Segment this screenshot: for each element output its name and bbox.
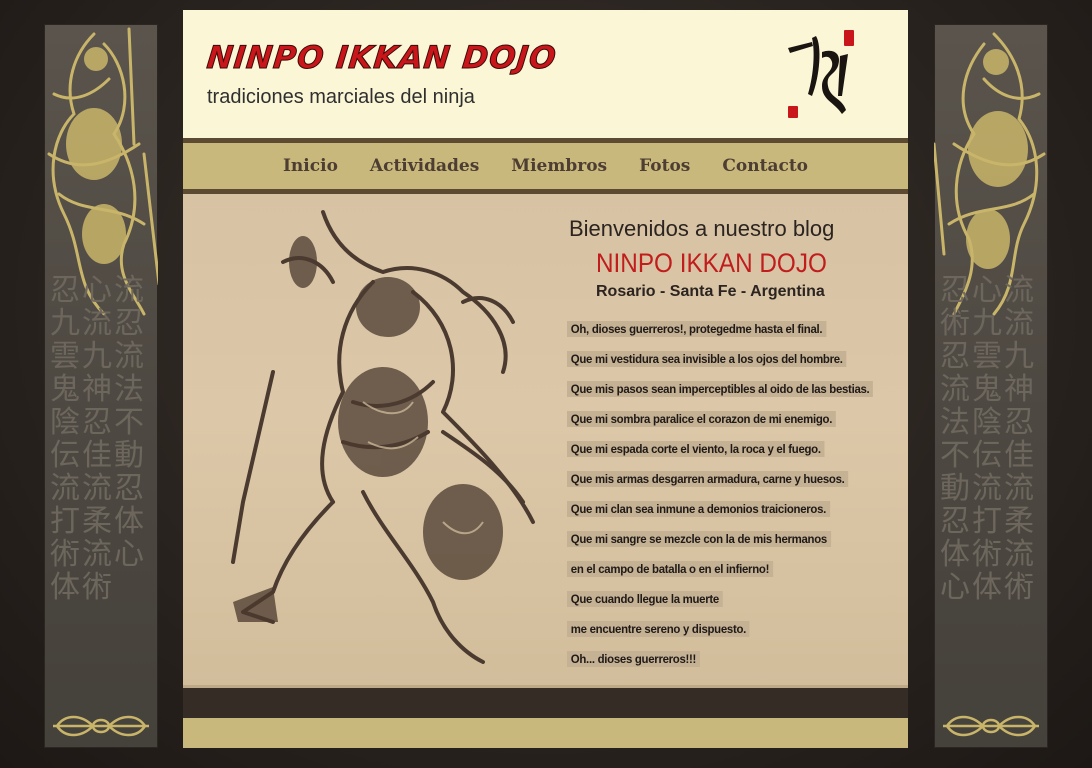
- prayer-line: Que cuando llegue la muerte: [567, 591, 723, 607]
- vajra-ornament-icon: [943, 715, 1039, 737]
- nav-fotos[interactable]: Fotos: [639, 156, 690, 176]
- prayer-line: Que mi vestidura sea invisible a los ojo…: [567, 351, 847, 367]
- site-footer: [183, 718, 908, 748]
- list-item: Que mis pasos sean imperceptibles al oid…: [567, 380, 889, 400]
- list-item: Que mi sangre se mezcle con la de mis he…: [567, 530, 889, 550]
- list-item: Que mi espada corte el viento, la roca y…: [567, 440, 889, 460]
- footer-divider: [183, 688, 908, 718]
- site-subtitle: tradiciones marciales del ninja: [207, 86, 475, 108]
- prayer-line: me encuentre sereno y dispuesto.: [567, 621, 750, 637]
- nav-contacto[interactable]: Contacto: [722, 156, 808, 176]
- prayer-line: Que mis pasos sean imperceptibles al oid…: [567, 381, 874, 397]
- nav-actividades[interactable]: Actividades: [370, 156, 479, 176]
- prayer-line: Que mi sangre se mezcle con la de mis he…: [567, 531, 831, 547]
- right-banner: 忍心流術九流忍雲九流鬼神法陰忍不伝佳動流流忍打柔体術流心体術: [934, 24, 1048, 748]
- prayer-line: en el campo de batalla o en el infierno!: [567, 561, 773, 577]
- site-header: NINPO IKKAN DOJO tradiciones marciales d…: [183, 10, 908, 138]
- dojo-location: Rosario - Santa Fe - Argentina: [596, 283, 825, 300]
- brush-calligraphy-icon: [788, 30, 854, 118]
- prayer-list: Oh, dioses guerreros!, protegedme hasta …: [567, 320, 889, 680]
- dojo-name: NINPO IKKAN DOJO: [596, 248, 827, 278]
- list-item: Que mi clan sea inmune a demonios traici…: [567, 500, 889, 520]
- list-item: Que cuando llegue la muerte: [567, 590, 889, 610]
- site-logo-title[interactable]: NINPO IKKAN DOJO: [205, 40, 559, 77]
- left-banner-kanji: 忍心流九流忍雲九流鬼神法陰忍不伝佳動流流忍打柔体術流心体術: [50, 273, 146, 605]
- list-item: Que mi vestidura sea invisible a los ojo…: [567, 350, 889, 370]
- list-item: Oh... dioses guerreros!!!: [567, 650, 889, 670]
- page: 忍心流九流忍雲九流鬼神法陰忍不伝佳動流流忍打柔体術流心体術 忍心流術九流忍雲九流…: [0, 0, 1092, 768]
- prayer-line: Que mis armas desgarren armadura, carne …: [567, 471, 849, 487]
- nav-inicio[interactable]: Inicio: [283, 156, 338, 176]
- prayer-line: Que mi espada corte el viento, la roca y…: [567, 441, 825, 457]
- main-nav: Inicio Actividades Miembros Fotos Contac…: [183, 138, 908, 194]
- list-item: en el campo de batalla o en el infierno!: [567, 560, 889, 580]
- list-item: Que mis armas desgarren armadura, carne …: [567, 470, 889, 490]
- blog-heading: Bienvenidos a nuestro blog: [569, 216, 835, 241]
- left-banner: 忍心流九流忍雲九流鬼神法陰忍不伝佳動流流忍打柔体術流心体術: [44, 24, 158, 748]
- vajra-ornament-icon: [53, 715, 149, 737]
- main-content: Bienvenidos a nuestro blog NINPO IKKAN D…: [183, 194, 908, 688]
- list-item: Oh, dioses guerreros!, protegedme hasta …: [567, 320, 889, 340]
- prayer-line: Oh, dioses guerreros!, protegedme hasta …: [567, 321, 827, 337]
- warrior-illustration: [231, 210, 535, 664]
- prayer-line: Oh... dioses guerreros!!!: [567, 651, 700, 667]
- prayer-line: Que mi sombra paralice el corazon de mi …: [567, 411, 836, 427]
- list-item: Que mi sombra paralice el corazon de mi …: [567, 410, 889, 430]
- right-banner-kanji: 忍心流術九流忍雲九流鬼神法陰忍不伝佳動流流忍打柔体術流心体術: [940, 273, 1036, 605]
- prayer-line: Que mi clan sea inmune a demonios traici…: [567, 501, 830, 517]
- nav-miembros[interactable]: Miembros: [511, 156, 607, 176]
- list-item: me encuentre sereno y dispuesto.: [567, 620, 889, 640]
